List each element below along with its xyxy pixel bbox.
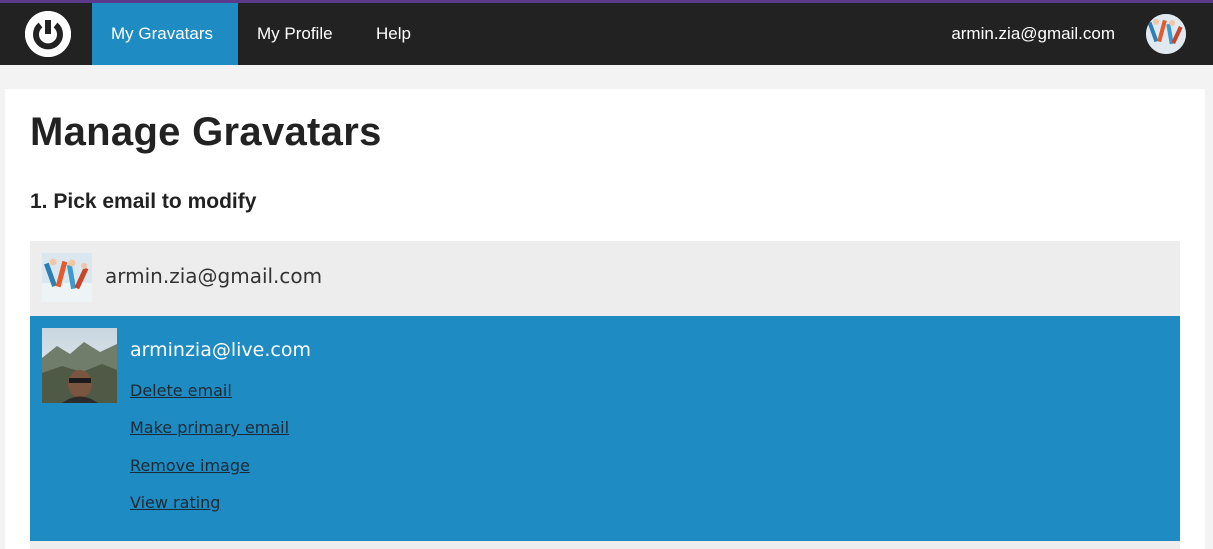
delete-email-link[interactable]: Delete email	[130, 381, 232, 400]
email-address: arminzia@live.com	[130, 339, 311, 361]
email-row-gmail[interactable]: armin.zia@gmail.com	[30, 241, 1180, 316]
next-email-row-edge	[30, 541, 1180, 549]
make-primary-email-link[interactable]: Make primary email	[130, 418, 289, 437]
nav-my-gravatars[interactable]: My Gravatars	[92, 3, 238, 65]
user-avatar[interactable]	[1146, 14, 1186, 54]
top-navbar: My Gravatars My Profile Help armin.zia@g…	[0, 3, 1213, 65]
nav-help[interactable]: Help	[357, 3, 430, 65]
skiers-photo	[42, 253, 92, 302]
nav-user-email[interactable]: armin.zia@gmail.com	[951, 3, 1115, 65]
view-rating-link[interactable]: View rating	[130, 493, 220, 512]
gravatar-logo-icon[interactable]	[25, 11, 71, 57]
nav-my-profile[interactable]: My Profile	[238, 3, 352, 65]
email-address: armin.zia@gmail.com	[105, 264, 323, 288]
remove-image-link[interactable]: Remove image	[130, 456, 250, 475]
section-title: 1. Pick email to modify	[30, 190, 257, 213]
email-row-live-selected[interactable]: arminzia@live.com Delete email Make prim…	[30, 316, 1180, 541]
page-title: Manage Gravatars	[30, 110, 382, 154]
selfie-mountains-photo	[42, 328, 117, 403]
